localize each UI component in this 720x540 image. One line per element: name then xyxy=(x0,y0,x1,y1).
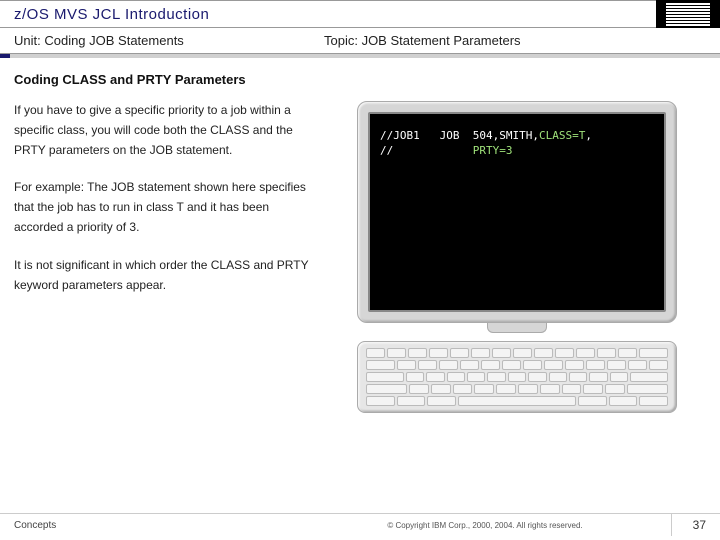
footer-left: Concepts xyxy=(14,520,314,531)
monitor-stand xyxy=(487,323,547,333)
monitor-frame: //JOB1 JOB 504,SMITH,CLASS=T, // PRTY=3 xyxy=(357,101,677,323)
course-title: z/OS MVS JCL Introduction xyxy=(14,6,209,23)
footer: Concepts © Copyright IBM Corp., 2000, 20… xyxy=(0,518,720,532)
section-heading: Coding CLASS and PRTY Parameters xyxy=(14,72,706,87)
paragraph-2: For example: The JOB statement shown her… xyxy=(14,178,314,237)
title-bar: z/OS MVS JCL Introduction xyxy=(0,0,720,28)
code-class-param: CLASS=T xyxy=(539,129,585,142)
terminal-screen: //JOB1 JOB 504,SMITH,CLASS=T, // PRTY=3 xyxy=(368,112,666,312)
body-text: If you have to give a specific priority … xyxy=(14,101,314,413)
code-line1-c: , xyxy=(585,129,592,142)
sub-header: Unit: Coding JOB Statements Topic: JOB S… xyxy=(0,28,720,54)
paragraph-1: If you have to give a specific priority … xyxy=(14,101,314,160)
footer-divider xyxy=(0,513,720,514)
ibm-logo-icon xyxy=(666,3,710,26)
code-line1-a: //JOB1 JOB 504,SMITH, xyxy=(380,129,539,142)
keyboard-icon xyxy=(357,341,677,413)
page-divider xyxy=(671,514,672,536)
ibm-logo xyxy=(656,0,720,28)
paragraph-3: It is not significant in which order the… xyxy=(14,256,314,296)
topic-label: Topic: JOB Statement Parameters xyxy=(324,33,521,48)
footer-copyright: © Copyright IBM Corp., 2000, 2004. All r… xyxy=(314,521,656,530)
terminal-illustration: //JOB1 JOB 504,SMITH,CLASS=T, // PRTY=3 xyxy=(328,101,706,413)
page-number: 37 xyxy=(656,518,706,532)
unit-label: Unit: Coding JOB Statements xyxy=(14,33,324,48)
code-prty-param: PRTY=3 xyxy=(473,144,513,157)
code-line2-a: // xyxy=(380,144,473,157)
